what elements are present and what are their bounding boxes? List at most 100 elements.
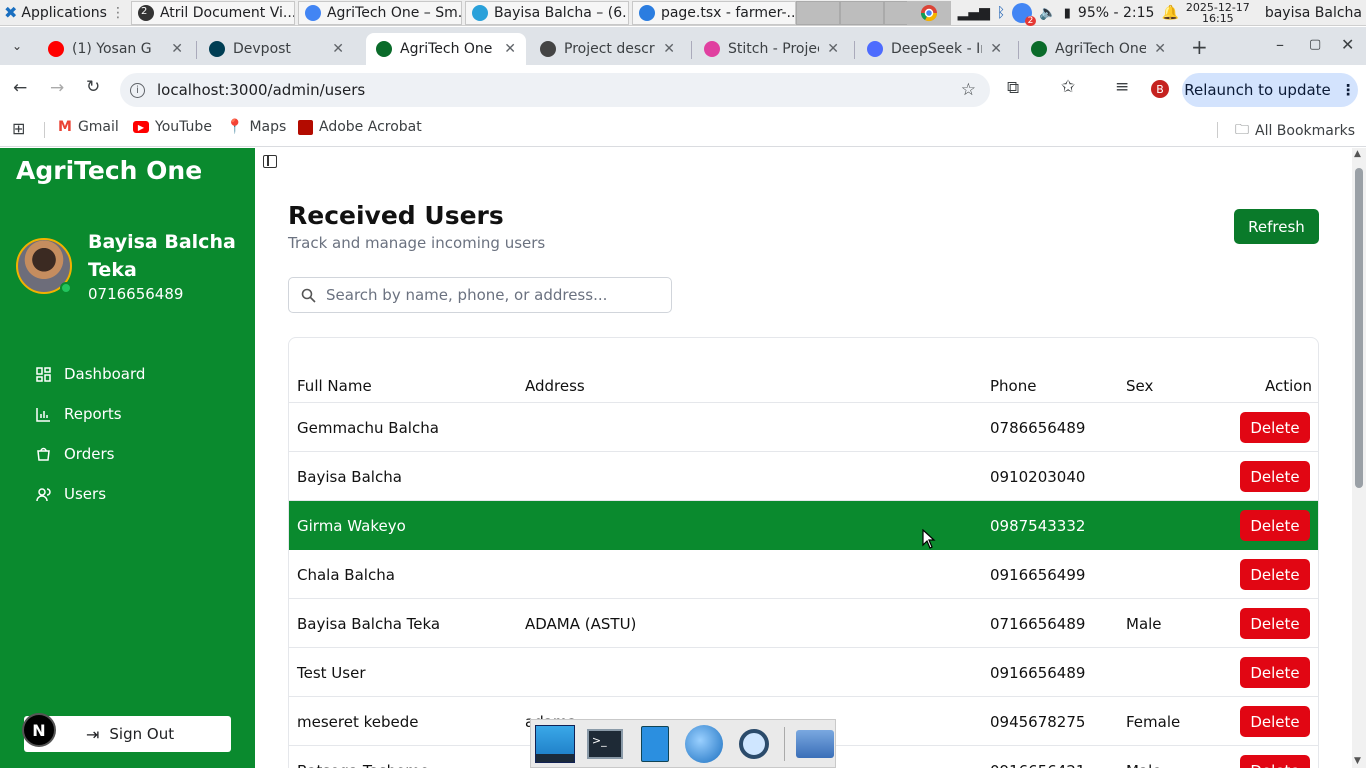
restore-icon[interactable]: ▢ <box>1309 37 1321 52</box>
app-finder-icon[interactable] <box>734 724 774 764</box>
url-text[interactable]: localhost:3000/admin/users <box>157 81 365 99</box>
notification-app-icon[interactable]: 2 <box>1012 3 1037 26</box>
cell-full-name: Chala Balcha <box>297 565 395 584</box>
browser-tab[interactable]: (1) Yosan G ✕ <box>38 33 193 65</box>
extensions-icon[interactable]: ⧉ <box>1007 78 1019 98</box>
delete-button[interactable]: Delete <box>1240 706 1310 737</box>
minimize-icon[interactable]: – <box>1276 35 1284 54</box>
volume-icon[interactable]: 🔈 <box>1039 5 1056 21</box>
table-row[interactable]: Test User 0916656489 Delete <box>289 648 1318 697</box>
sidebar-toggle-icon[interactable] <box>263 155 277 168</box>
workspace-2[interactable] <box>839 1 884 25</box>
tab-close-icon[interactable]: ✕ <box>504 41 516 57</box>
cell-full-name: Gemmachu Balcha <box>297 418 439 437</box>
folder-icon[interactable] <box>795 724 835 764</box>
os-task[interactable]: 2 Atril Document Vi... <box>130 1 295 25</box>
reload-icon[interactable]: ↻ <box>86 77 100 97</box>
network-icon[interactable]: ▂▄▆ <box>958 5 990 21</box>
tab-close-icon[interactable]: ✕ <box>1154 41 1166 57</box>
table-row[interactable]: Girma Wakeyo 0987543332 Delete <box>289 501 1318 550</box>
browser-tab[interactable]: Stitch - Project ✕ <box>694 33 849 65</box>
os-user[interactable]: bayisa Balcha <box>1265 5 1362 21</box>
delete-button[interactable]: Delete <box>1240 510 1310 541</box>
os-task[interactable]: Bayisa Balcha – (6... <box>464 1 629 25</box>
nav-reports[interactable]: Reports <box>36 405 122 423</box>
delete-button[interactable]: Delete <box>1240 608 1310 639</box>
site-info-icon[interactable]: i <box>130 82 145 98</box>
os-task[interactable]: page.tsx - farmer-... <box>631 1 796 25</box>
sign-out-icon: ⇥ <box>86 724 100 744</box>
workspace-1[interactable] <box>795 1 840 25</box>
cell-phone: 0916656489 <box>990 663 1086 682</box>
search-box[interactable] <box>288 277 672 313</box>
tab-close-icon[interactable]: ✕ <box>827 41 839 57</box>
file-cabinet-icon[interactable] <box>635 724 675 764</box>
browser-tab[interactable]: Devpost ✕ <box>199 33 354 65</box>
notification-count: 2 <box>1024 16 1037 26</box>
relaunch-button[interactable]: Relaunch to update ⋮ <box>1182 73 1358 107</box>
bookmarks-bar: ⊞ M Gmail ▶ YouTube 📍 Maps Adobe Acrobat… <box>0 113 1366 147</box>
tab-favicon-icon <box>540 41 556 57</box>
delete-button[interactable]: Delete <box>1240 657 1310 688</box>
bookmark-gmail[interactable]: M Gmail <box>58 119 119 135</box>
browser-tab[interactable]: AgriTech One - ✕ <box>366 33 526 65</box>
page-scrollbar[interactable]: ▲ ▼ <box>1352 148 1366 768</box>
task-badge: 2 <box>140 6 148 17</box>
tab-close-icon[interactable]: ✕ <box>171 41 183 57</box>
media-control-icon[interactable]: ≡ <box>1115 77 1129 97</box>
tab-title: AgriTech One <box>1055 41 1147 57</box>
search-input[interactable] <box>326 286 656 304</box>
bell-icon[interactable]: 🔔 <box>1161 5 1178 21</box>
bluetooth-icon[interactable]: ᛒ <box>997 5 1005 21</box>
terminal-icon[interactable]: >_ <box>585 724 625 764</box>
browser-tab[interactable]: DeepSeek - In ✕ <box>857 33 1012 65</box>
bookmark-maps[interactable]: 📍 Maps <box>226 119 286 135</box>
all-bookmarks[interactable]: 🗀 All Bookmarks <box>1235 119 1355 143</box>
nav-dashboard[interactable]: Dashboard <box>36 365 145 383</box>
table-row[interactable]: Bayisa Balcha Teka ADAMA (ASTU) 0716656489… <box>289 599 1318 648</box>
delete-button[interactable]: Delete <box>1240 559 1310 590</box>
scrollbar-thumb[interactable] <box>1355 168 1363 488</box>
chrome-tray-icon[interactable] <box>906 1 951 25</box>
clock[interactable]: 2025-12-17 16:15 <box>1186 2 1250 24</box>
close-window-icon[interactable]: ✕ <box>1341 35 1354 54</box>
table-row[interactable]: Bayisa Balcha 0910203040 Delete <box>289 452 1318 501</box>
forward-icon[interactable]: → <box>50 78 64 98</box>
omnibox[interactable]: i localhost:3000/admin/users ☆ <box>120 73 990 107</box>
tab-close-icon[interactable]: ✕ <box>663 41 675 57</box>
scroll-up-icon[interactable]: ▲ <box>1354 149 1361 159</box>
browser-tab[interactable]: AgriTech One ✕ <box>1021 33 1176 65</box>
bookmarks-star-icon[interactable]: ✩ <box>1061 77 1075 97</box>
web-browser-icon[interactable] <box>685 724 725 764</box>
table-row[interactable]: Chala Balcha 0916656499 Delete <box>289 550 1318 599</box>
table-row[interactable]: Gemmachu Balcha 0786656489 Delete <box>289 403 1318 452</box>
nav-users[interactable]: Users <box>36 485 106 503</box>
scroll-down-icon[interactable]: ▼ <box>1354 756 1361 766</box>
os-task[interactable]: AgriTech One – Sm... <box>297 1 462 25</box>
browser-tab[interactable]: Project descrip ✕ <box>530 33 685 65</box>
mouse-cursor-icon <box>922 529 936 549</box>
refresh-button[interactable]: Refresh <box>1234 209 1319 244</box>
vscode-icon <box>638 5 655 21</box>
back-icon[interactable]: ← <box>13 78 27 98</box>
nav-orders[interactable]: Orders <box>36 445 114 463</box>
tab-close-icon[interactable]: ✕ <box>332 41 344 57</box>
bookmark-star-icon[interactable]: ☆ <box>961 80 976 100</box>
tab-favicon-icon <box>376 41 392 57</box>
delete-button[interactable]: Delete <box>1240 755 1310 768</box>
battery-icon[interactable]: ▮ <box>1064 6 1071 21</box>
tab-favicon-icon <box>1031 41 1047 57</box>
tab-search-icon[interactable]: ⌄ <box>12 39 22 53</box>
profile-initial: B <box>1156 82 1164 96</box>
delete-button[interactable]: Delete <box>1240 461 1310 492</box>
tab-close-icon[interactable]: ✕ <box>990 41 1002 57</box>
next-dev-badge[interactable]: N <box>22 713 56 747</box>
apps-grid-icon[interactable]: ⊞ <box>12 119 25 138</box>
bookmark-adobe-acrobat[interactable]: Adobe Acrobat <box>298 119 422 135</box>
show-desktop-icon[interactable] <box>535 724 575 764</box>
applications-menu[interactable]: ✖ Applications ⋮ <box>0 0 131 26</box>
bookmark-youtube[interactable]: ▶ YouTube <box>133 119 212 135</box>
new-tab-button[interactable]: + <box>1191 35 1208 59</box>
profile-avatar[interactable]: B <box>1151 80 1169 98</box>
delete-button[interactable]: Delete <box>1240 412 1310 443</box>
